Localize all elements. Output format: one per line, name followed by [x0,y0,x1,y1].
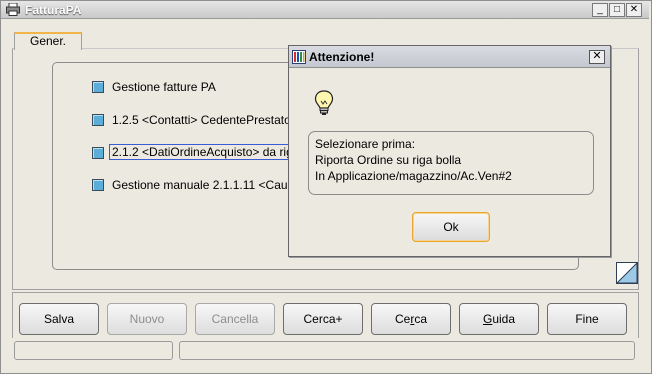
dialog-title: Attenzione! [309,50,375,64]
new-button[interactable]: Nuovo [107,303,187,335]
alert-dialog: Attenzione! ✕ Selezionare prima: Riporta… [288,45,611,257]
tab-general[interactable]: Gener. [14,32,82,50]
resize-triangle-icon[interactable] [616,262,638,284]
search-button-label: Cerca [394,312,428,326]
checkbox[interactable] [92,114,104,126]
dialog-close-button[interactable]: ✕ [589,50,605,64]
exit-button[interactable]: Fine [547,303,627,335]
delete-button[interactable]: Cancella [195,303,275,335]
checkbox[interactable] [92,147,104,159]
minimize-button[interactable]: _ [592,3,608,17]
help-button[interactable]: Guida [459,303,539,335]
window-title: FatturaPA [25,3,82,17]
dialog-title-bar[interactable]: Attenzione! ✕ [289,46,610,68]
status-field-main [179,341,635,360]
message-line: Selezionare prima: [315,137,416,151]
search-plus-button[interactable]: Cerca+ [283,303,363,335]
message-line: In Applicazione/magazzino/Ac.Ven#2 [315,169,512,183]
option-label: Gestione manuale 2.1.1.11 <Causale> [112,178,317,192]
option-label: Gestione fatture PA [112,80,216,94]
checkbox[interactable] [92,179,104,191]
maximize-button[interactable]: □ [609,3,625,17]
status-field-left [14,341,173,360]
option-label: 1.2.5 <Contatti> CedentePrestatore [112,113,302,127]
checkbox[interactable] [92,81,104,93]
close-button[interactable]: ✕ [626,3,642,17]
title-bar[interactable]: FatturaPA _ □ ✕ [1,1,649,19]
lightbulb-icon [314,90,334,115]
message-line: Riporta Ordine su riga bolla [315,153,462,167]
ok-button[interactable]: Ok [412,212,490,242]
help-button-label: Guida [482,312,516,326]
search-button[interactable]: Cerca [371,303,451,335]
printer-icon [6,3,20,16]
save-button[interactable]: Salva [19,303,99,335]
app-logo-icon [292,50,306,64]
